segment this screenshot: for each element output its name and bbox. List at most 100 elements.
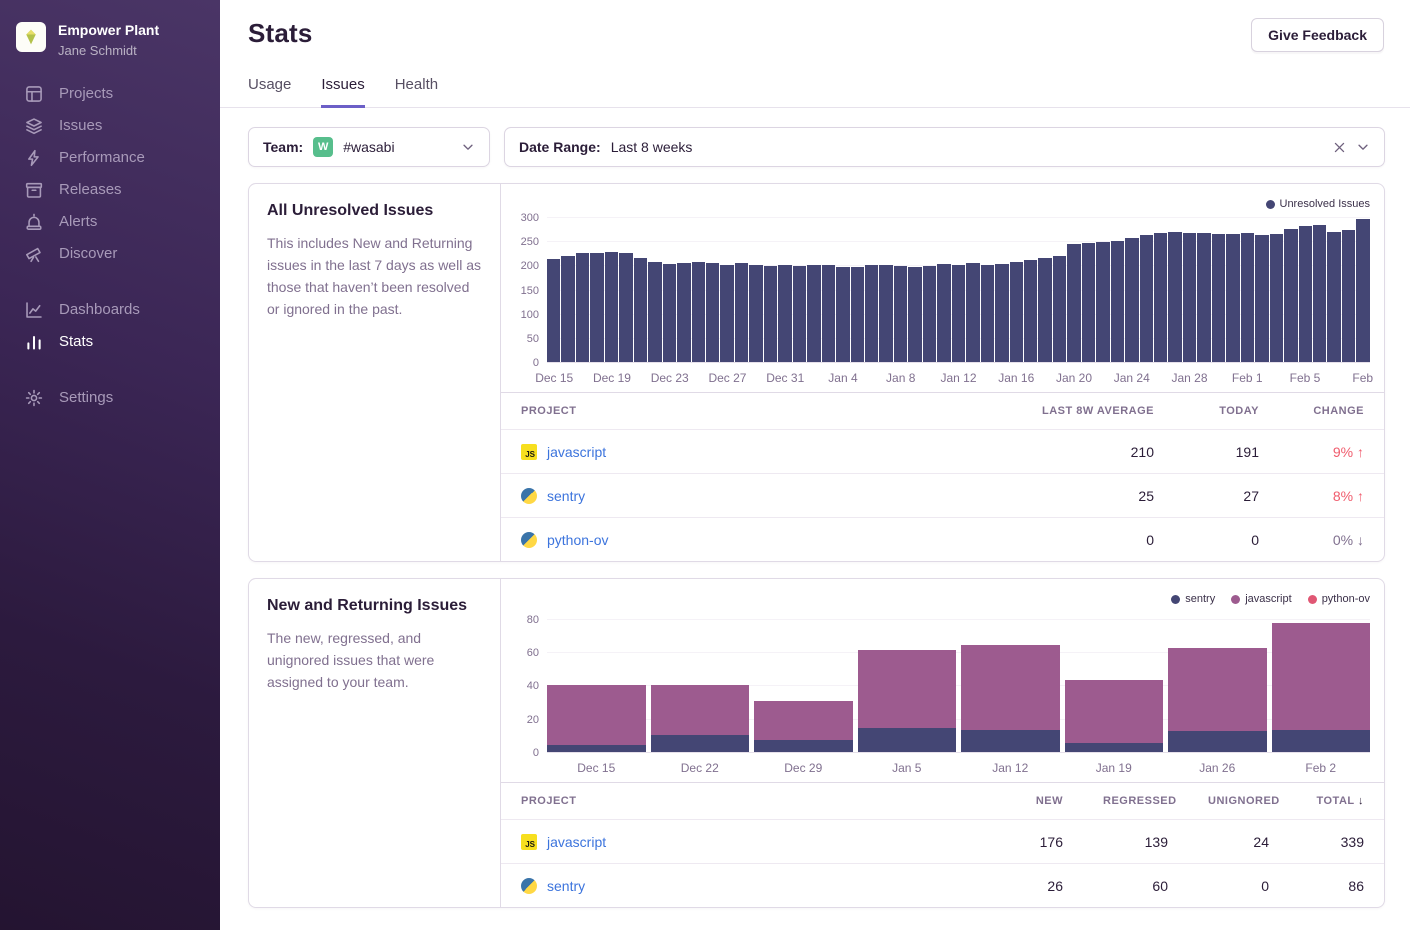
chevron-down-icon [461, 140, 475, 154]
legend-item-sentry[interactable]: sentry [1171, 593, 1215, 605]
unignored-value: 0 [1188, 878, 1289, 894]
tab-usage[interactable]: Usage [248, 76, 291, 108]
column-header-new: NEW [963, 795, 1083, 807]
clear-icon[interactable] [1333, 141, 1346, 154]
sidebar: Empower Plant Jane Schmidt Projects Issu… [0, 0, 220, 930]
unresolved-table: PROJECT LAST 8W AVERAGE TODAY CHANGE JS … [501, 392, 1384, 561]
new-value: 26 [963, 878, 1083, 894]
nav-label: Dashboards [59, 301, 140, 318]
tab-health[interactable]: Health [395, 76, 438, 108]
project-link-javascript[interactable]: javascript [547, 444, 606, 460]
alerts-icon [25, 213, 43, 231]
today-value: 0 [1174, 532, 1279, 548]
sidebar-item-discover[interactable]: Discover [0, 238, 220, 270]
total-value: 86 [1289, 878, 1384, 894]
tab-bar: Usage Issues Health [220, 52, 1410, 108]
sidebar-item-stats[interactable]: Stats [0, 326, 220, 358]
sidebar-item-settings[interactable]: Settings [0, 382, 220, 414]
javascript-icon: JS [521, 834, 537, 850]
legend-dot [1171, 595, 1180, 604]
unresolved-issues-panel: All Unresolved Issues This includes New … [248, 183, 1385, 562]
project-link-javascript[interactable]: javascript [547, 834, 606, 850]
org-name: Empower Plant [58, 22, 159, 40]
legend-label: javascript [1245, 593, 1291, 605]
team-avatar: W [313, 137, 333, 157]
chevron-down-icon [1356, 140, 1370, 154]
today-value: 191 [1174, 444, 1279, 460]
new-returning-panel-main: sentry javascript python-ov [501, 579, 1384, 907]
filter-bar: Team: W #wasabi Date Range: Last 8 weeks [248, 127, 1385, 167]
table-row: sentry 26 60 0 86 [501, 863, 1384, 907]
page-header: Stats Give Feedback [220, 0, 1410, 52]
date-range-value: Last 8 weeks [611, 139, 693, 155]
unignored-value: 24 [1188, 834, 1289, 850]
nav-label: Issues [59, 117, 102, 134]
nav-label: Settings [59, 389, 113, 406]
sidebar-item-alerts[interactable]: Alerts [0, 206, 220, 238]
column-header-project: PROJECT [501, 795, 963, 807]
unresolved-plot: 050100150200250300 [547, 218, 1370, 363]
nav-label: Alerts [59, 213, 97, 230]
new-returning-panel-description: New and Returning Issues The new, regres… [249, 579, 501, 907]
new-returning-yaxis: 020406080 [509, 613, 539, 753]
tab-issues[interactable]: Issues [321, 76, 364, 108]
unresolved-yaxis: 050100150200250300 [509, 218, 539, 363]
nav-label: Stats [59, 333, 93, 350]
python-icon [521, 532, 537, 548]
legend-item-unresolved[interactable]: Unresolved Issues [1266, 198, 1371, 210]
sidebar-item-issues[interactable]: Issues [0, 110, 220, 142]
team-select-label: Team: [263, 139, 303, 155]
project-link-sentry[interactable]: sentry [547, 878, 585, 894]
legend-dot [1231, 595, 1240, 604]
column-header-unignored: UNIGNORED [1188, 795, 1289, 807]
sidebar-item-performance[interactable]: Performance [0, 142, 220, 174]
date-range-label: Date Range: [519, 139, 601, 155]
unresolved-chart: Unresolved Issues 050100150200250300 Dec… [501, 184, 1384, 390]
user-name: Jane Schmidt [58, 43, 159, 58]
today-value: 27 [1174, 488, 1279, 504]
project-link-python-ov[interactable]: python-ov [547, 532, 608, 548]
legend-item-javascript[interactable]: javascript [1231, 593, 1291, 605]
nav-label: Projects [59, 85, 113, 102]
app-root: Empower Plant Jane Schmidt Projects Issu… [0, 0, 1410, 930]
page-content: Team: W #wasabi Date Range: Last 8 weeks [220, 108, 1410, 930]
sidebar-item-dashboards[interactable]: Dashboards [0, 294, 220, 326]
unresolved-xaxis: Dec 15Dec 19Dec 23Dec 27Dec 31Jan 4Jan 8… [547, 363, 1370, 390]
legend-label: Unresolved Issues [1280, 198, 1371, 210]
project-link-sentry[interactable]: sentry [547, 488, 585, 504]
sort-arrow-icon: ↓ [1358, 795, 1364, 807]
column-header-total[interactable]: TOTAL ↓ [1289, 795, 1384, 807]
table-row: JS javascript 210 191 9% ↑ [501, 429, 1384, 473]
table-row: sentry 25 27 8% ↑ [501, 473, 1384, 517]
new-returning-bars [547, 613, 1370, 753]
panel-title: All Unresolved Issues [267, 202, 482, 220]
change-cell: 0% ↓ [1279, 532, 1384, 548]
python-icon [521, 488, 537, 504]
legend-label: python-ov [1322, 593, 1370, 605]
dashboards-icon [25, 301, 43, 319]
sidebar-item-releases[interactable]: Releases [0, 174, 220, 206]
new-returning-plot: 020406080 [547, 613, 1370, 753]
discover-icon [25, 245, 43, 263]
give-feedback-button[interactable]: Give Feedback [1251, 18, 1384, 52]
team-select-value: #wasabi [343, 139, 394, 155]
legend-item-python-ov[interactable]: python-ov [1308, 593, 1370, 605]
org-text: Empower Plant Jane Schmidt [58, 22, 159, 58]
unresolved-panel-main: Unresolved Issues 050100150200250300 Dec… [501, 184, 1384, 561]
date-range-select[interactable]: Date Range: Last 8 weeks [504, 127, 1385, 167]
releases-icon [25, 181, 43, 199]
page-title: Stats [248, 18, 313, 49]
new-returning-table: PROJECT NEW REGRESSED UNIGNORED TOTAL ↓ … [501, 782, 1384, 907]
legend-dot [1266, 200, 1275, 209]
team-select[interactable]: Team: W #wasabi [248, 127, 490, 167]
column-header-project: PROJECT [501, 405, 974, 417]
regressed-value: 60 [1083, 878, 1188, 894]
table-header-row: PROJECT LAST 8W AVERAGE TODAY CHANGE [501, 393, 1384, 429]
unresolved-legend: Unresolved Issues [509, 194, 1370, 214]
org-switcher[interactable]: Empower Plant Jane Schmidt [0, 14, 220, 78]
sidebar-item-projects[interactable]: Projects [0, 78, 220, 110]
new-returning-xaxis: Dec 15Dec 22Dec 29Jan 5Jan 12Jan 19Jan 2… [547, 753, 1370, 780]
new-value: 176 [963, 834, 1083, 850]
table-row: JS javascript 176 139 24 339 [501, 819, 1384, 863]
new-returning-legend: sentry javascript python-ov [509, 589, 1370, 609]
